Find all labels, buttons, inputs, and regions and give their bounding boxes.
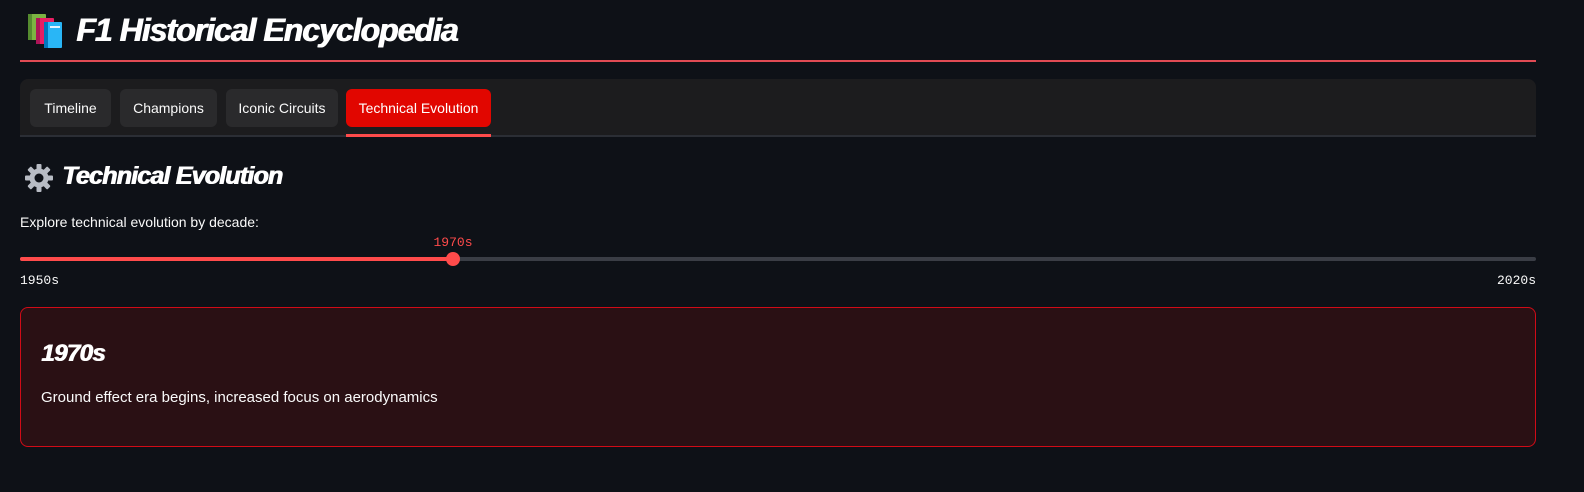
decade-slider[interactable]	[20, 252, 1536, 266]
books-icon	[28, 14, 62, 48]
slider-fill	[20, 257, 453, 261]
app-page: F1 Historical Encyclopedia Timeline Cham…	[0, 0, 1584, 492]
slider-thumb[interactable]	[446, 252, 460, 266]
tab-timeline[interactable]: Timeline	[30, 89, 111, 127]
app-title: F1 Historical Encyclopedia	[76, 12, 458, 48]
slider-label: Explore technical evolution by decade:	[20, 214, 259, 230]
card-title: 1970s	[41, 340, 105, 367]
tab-bar: Timeline Champions Iconic Circuits Techn…	[20, 79, 1536, 137]
section-title: Technical Evolution	[62, 162, 283, 190]
slider-value-label: 1970s	[433, 235, 473, 250]
tab-technical-evolution[interactable]: Technical Evolution	[346, 89, 491, 127]
card-description: Ground effect era begins, increased focu…	[41, 389, 438, 406]
gear-icon	[25, 164, 53, 192]
tab-champions[interactable]: Champions	[120, 89, 217, 127]
app-header: F1 Historical Encyclopedia	[20, 8, 1536, 62]
slider-max-label: 2020s	[1496, 273, 1536, 288]
decade-info-card: 1970s Ground effect era begins, increase…	[20, 307, 1536, 447]
slider-min-label: 1950s	[20, 273, 60, 288]
active-tab-indicator	[346, 134, 491, 137]
tab-iconic-circuits[interactable]: Iconic Circuits	[226, 89, 338, 127]
